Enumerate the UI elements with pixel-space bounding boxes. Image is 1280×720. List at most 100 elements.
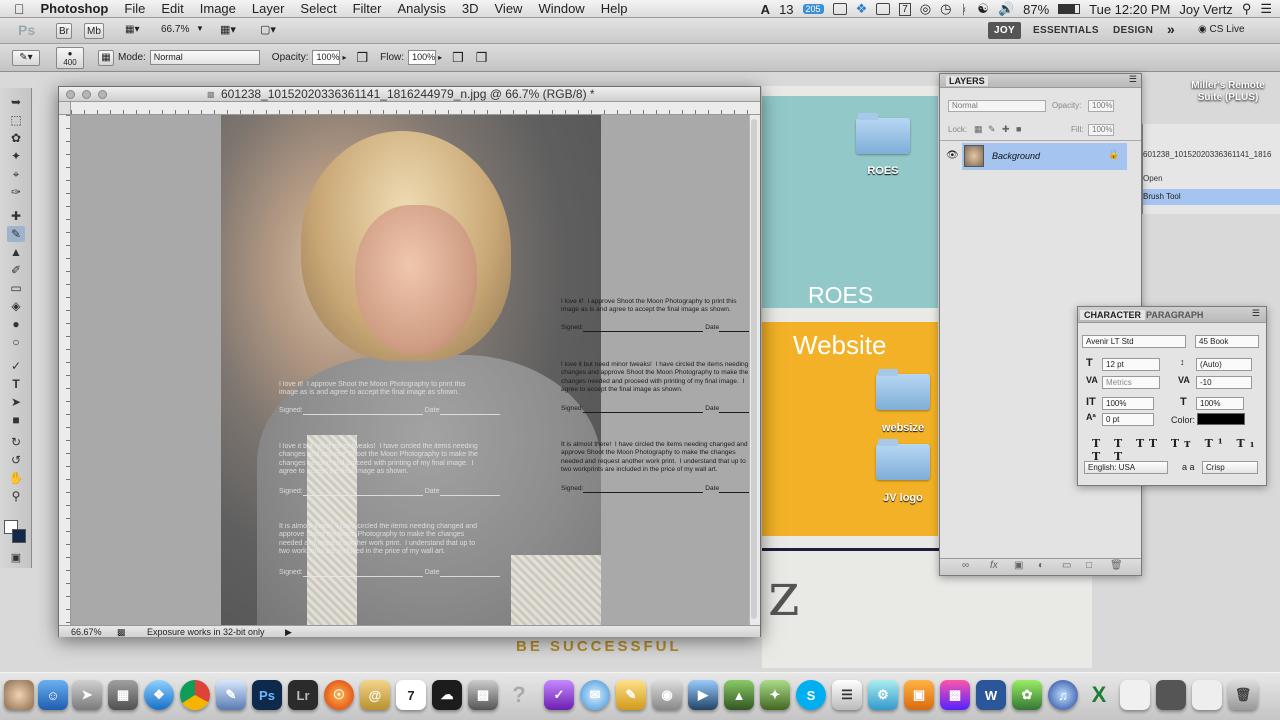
dock-textedit-icon[interactable]: ☰ xyxy=(832,680,862,710)
display-icon[interactable] xyxy=(876,3,891,15)
battery-icon[interactable] xyxy=(1058,4,1081,14)
status-zoom-field[interactable]: 66.67% xyxy=(71,626,102,638)
websize-folder-icon[interactable] xyxy=(876,369,930,410)
lock-all-icon[interactable]: ■ xyxy=(1016,124,1021,134)
brush-tool-icon[interactable]: ✎ xyxy=(7,226,25,242)
language-select[interactable]: English: USA xyxy=(1084,461,1168,474)
adobe-updates-icon[interactable]: A xyxy=(761,2,770,17)
dock-mail-icon[interactable]: @ xyxy=(360,680,390,710)
dock-finder-icon[interactable]: ☺ xyxy=(38,680,68,710)
flow-slider-arrow-icon[interactable]: ▸ xyxy=(438,53,442,62)
bridge-button[interactable]: Br xyxy=(56,23,72,39)
roes-folder-icon[interactable] xyxy=(856,113,910,154)
zoom-window-icon[interactable] xyxy=(98,90,107,99)
character-tab[interactable]: CHARACTER xyxy=(1080,310,1145,320)
close-window-icon[interactable] xyxy=(66,90,75,99)
time-machine-icon[interactable]: ◷ xyxy=(940,1,951,17)
dock-ibooks-icon[interactable]: ▣ xyxy=(904,680,934,710)
roes-folder-label[interactable]: ROES xyxy=(848,165,918,177)
dock-chrome-icon[interactable] xyxy=(180,680,210,710)
arrange-documents-icon[interactable]: ▦▾ xyxy=(220,23,236,36)
app-menu[interactable]: Photoshop xyxy=(33,0,117,18)
menu-file[interactable]: File xyxy=(116,0,153,18)
new-layer-icon[interactable]: □ xyxy=(1086,560,1092,571)
tool-preset-picker[interactable]: ✎▾ xyxy=(12,49,40,66)
clone-stamp-tool-icon[interactable]: ▲ xyxy=(7,244,25,260)
dock-user-photo-icon[interactable] xyxy=(4,680,34,710)
delete-layer-icon[interactable]: 🗑 xyxy=(1110,560,1123,571)
dock-document-stack-icon[interactable] xyxy=(1120,680,1150,710)
layer-opacity-input[interactable]: 100% xyxy=(1088,100,1114,112)
lock-transparency-icon[interactable]: ▦ xyxy=(974,124,983,135)
document-title-bar[interactable]: ▩ 601238_10152020336361141_1816244979_n.… xyxy=(59,87,760,102)
brush-panel-toggle-icon[interactable]: ▦ xyxy=(98,49,114,66)
menu-help[interactable]: Help xyxy=(593,0,636,18)
dock-evernote-icon[interactable]: ✿ xyxy=(1012,680,1042,710)
dock-unknown-app-icon[interactable]: ? xyxy=(504,680,534,710)
horizontal-ruler[interactable] xyxy=(71,102,760,115)
dock-dashboard-icon[interactable]: ▦ xyxy=(108,680,138,710)
ruler-origin[interactable] xyxy=(59,102,71,115)
zoom-dropdown-icon[interactable]: ▼ xyxy=(196,24,204,33)
history-brush-tool-icon[interactable]: ✐ xyxy=(7,262,25,278)
type-tool-icon[interactable]: T xyxy=(7,376,25,392)
battery-percent[interactable]: 87% xyxy=(1023,2,1049,17)
lock-image-icon[interactable]: ✎ xyxy=(988,124,996,135)
crop-tool-icon[interactable]: ⌖ xyxy=(7,166,25,182)
notification-list-icon[interactable]: ☰ xyxy=(1260,1,1272,17)
layers-panel-menu-icon[interactable]: ☰ xyxy=(1129,74,1137,85)
dock-green-app-icon[interactable]: ✦ xyxy=(760,680,790,710)
history-snapshot[interactable]: 601238_10152020336361141_1816 xyxy=(1143,150,1280,159)
eyedropper-tool-icon[interactable]: ✑ xyxy=(7,184,25,200)
dock-skype-icon[interactable]: S xyxy=(796,680,826,710)
cs-live-button[interactable]: ◉ CS Live xyxy=(1198,24,1245,35)
menu-analysis[interactable]: Analysis xyxy=(389,0,453,18)
vertical-scroll-thumb[interactable] xyxy=(751,119,757,619)
dock-downloads-stack-icon[interactable] xyxy=(1192,680,1222,710)
anti-alias-select[interactable]: Crisp xyxy=(1202,461,1258,474)
more-workspaces-icon[interactable]: » xyxy=(1167,21,1175,37)
user-name[interactable]: Joy Vertz xyxy=(1179,2,1232,17)
spotlight-icon[interactable]: ⚲ xyxy=(1242,1,1252,17)
dock-lightroom-icon[interactable]: Lr xyxy=(288,680,318,710)
zoom-level-select[interactable]: 66.7% xyxy=(161,24,189,35)
menu-window[interactable]: Window xyxy=(530,0,592,18)
sync-icon[interactable]: ◎ xyxy=(920,1,931,17)
calendar-icon[interactable]: 7 xyxy=(899,2,911,16)
dropbox-icon[interactable]: ❖ xyxy=(856,1,868,17)
dock-imovie-icon[interactable]: ▶ xyxy=(688,680,718,710)
lasso-tool-icon[interactable]: ✿ xyxy=(7,130,25,146)
layer-name[interactable]: Background xyxy=(992,151,1040,161)
menu-layer[interactable]: Layer xyxy=(244,0,293,18)
quick-mask-icon[interactable]: ▣ xyxy=(7,550,25,566)
horizontal-scale-input[interactable]: 100% xyxy=(1196,397,1244,410)
status-menu-arrow-icon[interactable]: ▶ xyxy=(285,626,292,638)
paragraph-tab[interactable]: PARAGRAPH xyxy=(1146,310,1203,320)
move-tool-icon[interactable]: ➥ xyxy=(7,94,25,110)
notification-badge[interactable]: 205 xyxy=(802,4,824,14)
websize-folder-label[interactable]: websize xyxy=(868,422,938,434)
brush-preset-picker[interactable]: ● 400 xyxy=(56,46,84,69)
blend-mode-select[interactable]: Normal xyxy=(948,100,1046,112)
airbrush-icon[interactable]: ❒ xyxy=(452,50,464,66)
dock-creative-cloud-icon[interactable]: ☁ xyxy=(432,680,462,710)
bluetooth-icon[interactable]: ᛓ xyxy=(960,2,968,17)
dock-notes-icon[interactable]: ✎ xyxy=(616,680,646,710)
layers-tab[interactable]: LAYERS xyxy=(946,76,988,86)
leading-input[interactable]: (Auto) xyxy=(1196,358,1252,371)
status-info-icon[interactable]: ▩ xyxy=(117,626,126,638)
dock-iphoto-icon[interactable]: ▲ xyxy=(724,680,754,710)
kerning-select[interactable]: Metrics xyxy=(1102,376,1160,389)
history-item-brush-tool[interactable]: Brush Tool xyxy=(1143,189,1280,205)
dock-excel-icon[interactable]: X xyxy=(1084,680,1114,710)
dock-word-icon[interactable]: W xyxy=(976,680,1006,710)
jv-logo-folder-label[interactable]: JV logo xyxy=(868,492,938,504)
layer-visibility-eye-icon[interactable]: 👁 xyxy=(946,150,959,161)
menu-filter[interactable]: Filter xyxy=(345,0,390,18)
baseline-shift-input[interactable]: 0 pt xyxy=(1102,413,1154,426)
menu-3d[interactable]: 3D xyxy=(454,0,487,18)
dock-calendar-icon[interactable]: 7 xyxy=(396,680,426,710)
new-group-icon[interactable]: ▭ xyxy=(1062,560,1071,571)
vertical-ruler[interactable] xyxy=(59,115,71,625)
history-item-open[interactable]: Open xyxy=(1143,174,1280,183)
